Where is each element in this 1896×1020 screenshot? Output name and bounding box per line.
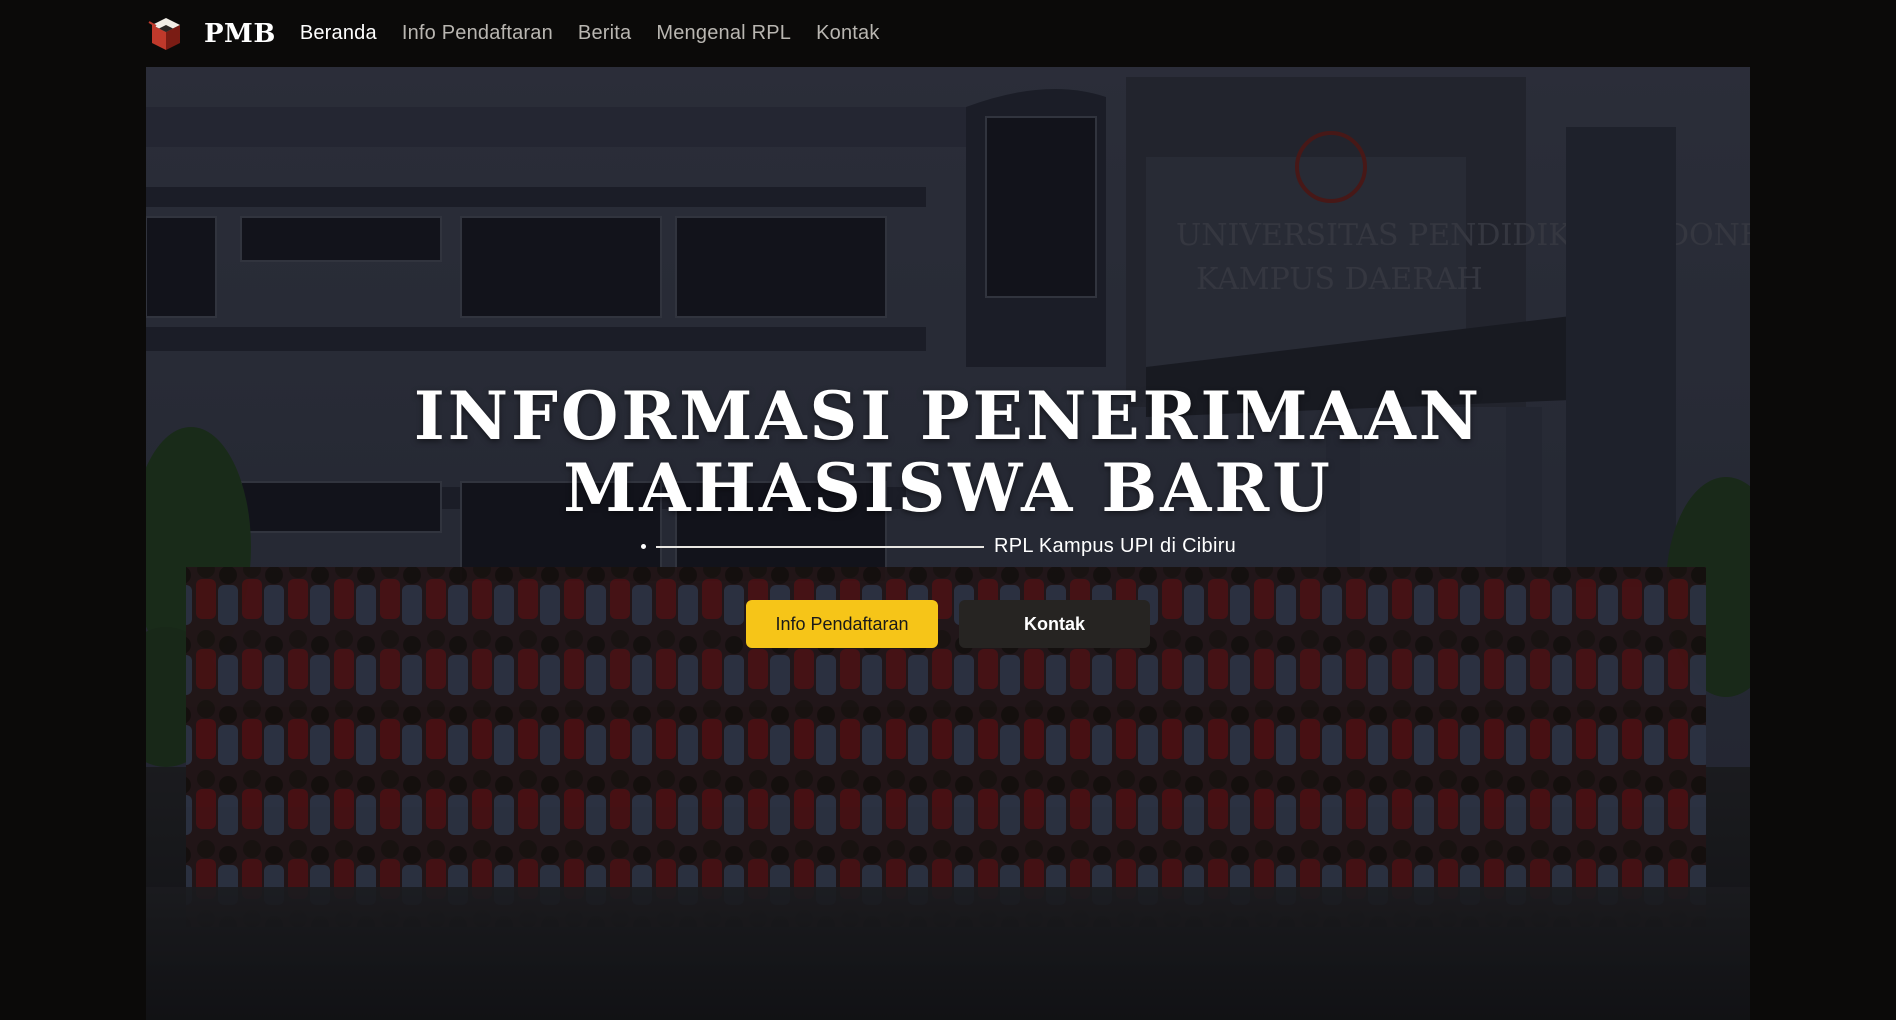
main-nav: Beranda Info Pendaftaran Berita Mengenal… bbox=[300, 22, 880, 45]
nav-item-mengenal-rpl[interactable]: Mengenal RPL bbox=[656, 22, 791, 45]
hero-content: INFORMASI PENERIMAAN MAHASISWA BARU RPL … bbox=[146, 67, 1750, 1020]
nav-item-beranda[interactable]: Beranda bbox=[300, 22, 377, 45]
hero-subtitle-row: RPL Kampus UPI di Cibiru bbox=[641, 535, 1236, 558]
hero-subtitle: RPL Kampus UPI di Cibiru bbox=[994, 535, 1237, 557]
brand-name: PMB bbox=[204, 18, 276, 49]
info-pendaftaran-button[interactable]: Info Pendaftaran bbox=[746, 600, 938, 648]
subtitle-divider-line bbox=[656, 545, 984, 548]
nav-item-info-pendaftaran[interactable]: Info Pendaftaran bbox=[402, 22, 553, 45]
subtitle-dot bbox=[641, 544, 646, 549]
cube-logo-icon bbox=[146, 14, 186, 54]
nav-item-berita[interactable]: Berita bbox=[578, 22, 631, 45]
hero-title-line-1: INFORMASI PENERIMAAN bbox=[413, 377, 1483, 455]
top-navbar: PMB Beranda Info Pendaftaran Berita Meng… bbox=[0, 0, 1896, 67]
navbar-inner: PMB Beranda Info Pendaftaran Berita Meng… bbox=[146, 0, 880, 67]
kontak-button[interactable]: Kontak bbox=[959, 600, 1150, 648]
brand-link[interactable]: PMB bbox=[146, 14, 276, 54]
nav-item-kontak[interactable]: Kontak bbox=[816, 22, 879, 45]
hero-section: UNIVERSITAS PENDIDIKAN INDONESIA KAMPUS … bbox=[146, 67, 1750, 1020]
hero-title-line-2: MAHASISWA BARU bbox=[563, 449, 1333, 527]
